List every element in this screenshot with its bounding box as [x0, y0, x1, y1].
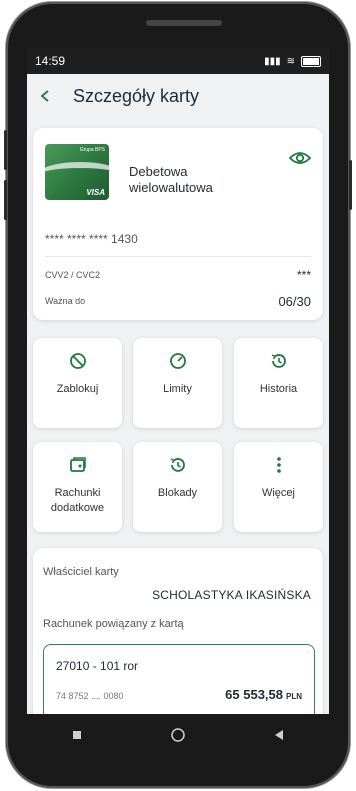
- account-balance: 65 553,58 PLN: [225, 687, 302, 702]
- currency-label: PLN: [286, 692, 302, 701]
- linked-account-card[interactable]: 27010 - 101 ror 74 8752 .... 0080 65 553…: [43, 644, 315, 714]
- owner-name: SCHOLASTYKA IKASIŃSKA: [152, 588, 311, 602]
- card-number: **** **** **** 1430: [45, 232, 138, 246]
- account-number: 74 8752 .... 0080: [56, 691, 124, 701]
- status-time: 14:59: [35, 54, 66, 68]
- back-triangle-icon[interactable]: [269, 725, 289, 745]
- valid-label: Ważna do: [45, 296, 86, 306]
- signal-icon: ▮▮▮: [264, 55, 281, 67]
- card-name: Debetowa wielowalutowa: [129, 164, 213, 195]
- card-brand: Grupa BPS: [79, 147, 105, 153]
- status-bar: 14:59 ▮▮▮ ≋: [27, 48, 329, 74]
- card-network: VISA: [86, 188, 105, 197]
- account-name: 27010 - 101 ror: [56, 659, 139, 673]
- holds-button[interactable]: Blokady: [133, 442, 222, 532]
- status-icons: ▮▮▮ ≋: [264, 55, 321, 67]
- tile-label: Zablokuj: [56, 383, 99, 395]
- page-header: Szczegóły karty: [27, 74, 329, 118]
- cvv-value: ***: [296, 268, 311, 282]
- block-icon: [69, 353, 86, 369]
- app-screen: 14:59 ▮▮▮ ≋ Szczegóły karty Grupa BPS VI…: [27, 48, 329, 714]
- block-card-button[interactable]: Zablokuj: [33, 338, 122, 428]
- add-account-icon: [69, 457, 86, 472]
- tile-label: Blokady: [157, 487, 198, 499]
- system-nav-bar: [27, 714, 329, 756]
- page-title: Szczegóły karty: [73, 85, 200, 106]
- card-image: Grupa BPS VISA: [45, 144, 109, 200]
- home-icon[interactable]: [168, 725, 188, 745]
- valid-value: 06/30: [278, 294, 311, 309]
- linked-account-label: Rachunek powiązany z kartą: [43, 618, 184, 630]
- owner-panel: Właściciel karty SCHOLASTYKA IKASIŃSKA R…: [33, 548, 323, 714]
- power-button: [349, 160, 352, 210]
- history-icon: [170, 458, 185, 472]
- limits-button[interactable]: Limity: [133, 338, 222, 428]
- divider: [45, 256, 311, 257]
- tile-label: Historia: [259, 383, 298, 395]
- history-icon: [271, 354, 286, 368]
- chevron-left-icon[interactable]: [39, 83, 73, 109]
- history-button[interactable]: Historia: [234, 338, 323, 428]
- recents-icon[interactable]: [67, 725, 87, 745]
- more-vertical-icon: [276, 457, 281, 473]
- eye-icon[interactable]: [289, 150, 311, 166]
- tile-label: Więcej: [261, 487, 295, 499]
- wifi-icon: ≋: [286, 55, 295, 67]
- volume-button: [4, 130, 7, 170]
- additional-accounts-button[interactable]: Rachunki dodatkowe: [33, 442, 122, 532]
- more-button[interactable]: Więcej: [234, 442, 323, 532]
- speaker-grille: [146, 20, 222, 26]
- tile-label: Limity: [163, 383, 192, 395]
- owner-label: Właściciel karty: [43, 566, 119, 578]
- battery-icon: [301, 55, 321, 67]
- volume-button: [4, 180, 7, 220]
- cvv-label: CVV2 / CVC2: [45, 270, 101, 280]
- gauge-icon: [169, 353, 186, 369]
- card-details-panel: Grupa BPS VISA Debetowa wielowalutowa **…: [33, 128, 323, 320]
- tile-label: Rachunki dodatkowe: [50, 487, 105, 514]
